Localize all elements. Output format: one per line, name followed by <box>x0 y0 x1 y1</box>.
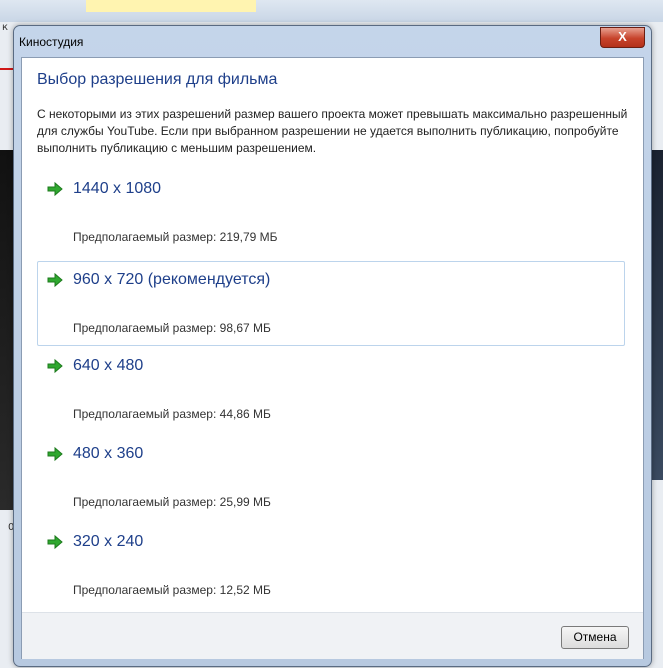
resolution-label: 640 x 480 <box>73 357 144 374</box>
green-arrow-icon <box>47 358 63 374</box>
title-bar[interactable]: Киностудия X <box>14 26 651 58</box>
estimated-size: Предполагаемый размер: 219,79 МБ <box>73 230 278 244</box>
background-app-toolbar <box>0 0 663 22</box>
resolution-label: 320 x 240 <box>73 533 144 550</box>
estimated-size: Предполагаемый размер: 44,86 МБ <box>73 407 271 421</box>
resolution-option-1440[interactable]: 1440 x 1080 Предполагаемый размер: 219,7… <box>37 170 625 255</box>
resolution-label: 480 x 360 <box>73 445 144 462</box>
close-icon: X <box>618 29 627 44</box>
green-arrow-icon <box>47 446 63 462</box>
resolution-dialog: Киностудия X Выбор разрешения для фильма… <box>13 25 652 667</box>
background-label: к <box>2 22 9 33</box>
resolution-option-640[interactable]: 640 x 480 Предполагаемый размер: 44,86 М… <box>37 347 625 432</box>
resolution-option-320[interactable]: 320 x 240 Предполагаемый размер: 12,52 М… <box>37 523 625 608</box>
estimated-size: Предполагаемый размер: 25,99 МБ <box>73 495 271 509</box>
background-highlight <box>86 0 256 12</box>
estimated-size: Предполагаемый размер: 12,52 МБ <box>73 583 271 597</box>
dialog-footer: Отмена <box>22 612 643 659</box>
window-title: Киностудия <box>19 35 84 49</box>
resolution-label: 1440 x 1080 <box>73 180 162 197</box>
close-button[interactable]: X <box>600 27 645 48</box>
resolution-option-480[interactable]: 480 x 360 Предполагаемый размер: 25,99 М… <box>37 435 625 520</box>
green-arrow-icon <box>47 181 63 197</box>
estimated-size: Предполагаемый размер: 98,67 МБ <box>73 321 271 335</box>
dialog-content: Выбор разрешения для фильма С некоторыми… <box>21 57 644 659</box>
cancel-button[interactable]: Отмена <box>561 626 629 649</box>
green-arrow-icon <box>47 534 63 550</box>
resolution-label: 960 x 720 (рекомендуется) <box>73 271 271 288</box>
dialog-heading: Выбор разрешения для фильма <box>37 71 278 88</box>
dialog-description: С некоторыми из этих разрешений размер в… <box>37 107 628 155</box>
green-arrow-icon <box>47 272 63 288</box>
resolution-option-960[interactable]: 960 x 720 (рекомендуется) Предполагаемый… <box>37 261 625 346</box>
